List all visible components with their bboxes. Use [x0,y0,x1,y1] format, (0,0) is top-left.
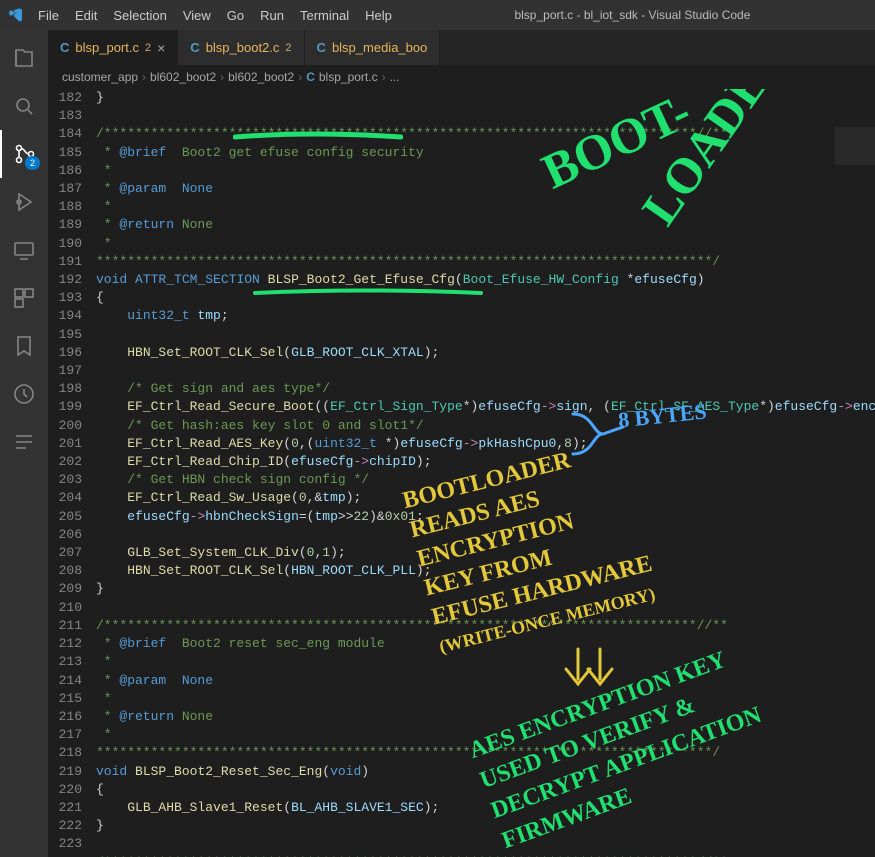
minimap-scroll[interactable] [835,127,875,165]
menu-file[interactable]: File [32,6,65,25]
close-icon[interactable]: × [157,40,165,56]
tab-blsp-boot2[interactable]: C blsp_boot2.c 2 [178,30,304,65]
crumb-tail: ... [390,70,400,84]
crumb-file[interactable]: blsp_port.c [319,70,378,84]
c-file-icon: C [317,40,326,55]
c-file-icon: C [60,40,69,55]
tab-label: blsp_boot2.c [206,40,280,55]
tab-label: blsp_port.c [75,40,139,55]
tab-label: blsp_media_boo [332,40,427,55]
crumb[interactable]: bl602_boot2 [228,70,294,84]
chevron-right-icon: › [298,70,302,84]
search-icon[interactable] [0,82,48,130]
chevron-right-icon: › [220,70,224,84]
bookmarks-icon[interactable] [0,322,48,370]
line-gutter: 182 183 184 185 186 187 188 189 190 191 … [48,89,96,857]
menu-view[interactable]: View [177,6,217,25]
code-editor[interactable]: 182 183 184 185 186 187 188 189 190 191 … [48,89,875,857]
extensions-icon[interactable] [0,274,48,322]
menu-terminal[interactable]: Terminal [294,6,355,25]
debug-icon[interactable] [0,178,48,226]
vscode-logo-icon [8,7,24,23]
menu-selection[interactable]: Selection [107,6,172,25]
tab-blsp-port[interactable]: C blsp_port.c 2 × [48,30,178,65]
title-bar: File Edit Selection View Go Run Terminal… [0,0,875,30]
menu-run[interactable]: Run [254,6,290,25]
menu-edit[interactable]: Edit [69,6,103,25]
scm-icon[interactable]: 2 [0,130,48,178]
c-file-icon: C [190,40,199,55]
remote-icon[interactable] [0,226,48,274]
activity-bar: 2 [0,30,48,857]
c-file-icon: C [306,70,315,84]
menu-help[interactable]: Help [359,6,398,25]
code-content[interactable]: } /*************************************… [96,89,875,857]
explorer-icon[interactable] [0,34,48,82]
outline-icon[interactable] [0,418,48,466]
tab-blsp-media-boot[interactable]: C blsp_media_boo [305,30,441,65]
tab-modified-count: 2 [145,42,151,54]
crumb[interactable]: bl602_boot2 [150,70,216,84]
window-title: blsp_port.c - bl_iot_sdk - Visual Studio… [398,8,867,22]
timeline-icon[interactable] [0,370,48,418]
scm-badge: 2 [25,156,40,170]
chevron-right-icon: › [142,70,146,84]
menu-bar: File Edit Selection View Go Run Terminal… [32,6,398,25]
breadcrumbs[interactable]: customer_app› bl602_boot2› bl602_boot2› … [48,65,875,89]
editor-tabs: C blsp_port.c 2 × C blsp_boot2.c 2 C bls… [48,30,875,65]
editor-group: C blsp_port.c 2 × C blsp_boot2.c 2 C bls… [48,30,875,857]
menu-go[interactable]: Go [221,6,250,25]
chevron-right-icon: › [382,70,386,84]
tab-modified-count: 2 [285,42,291,54]
crumb[interactable]: customer_app [62,70,138,84]
